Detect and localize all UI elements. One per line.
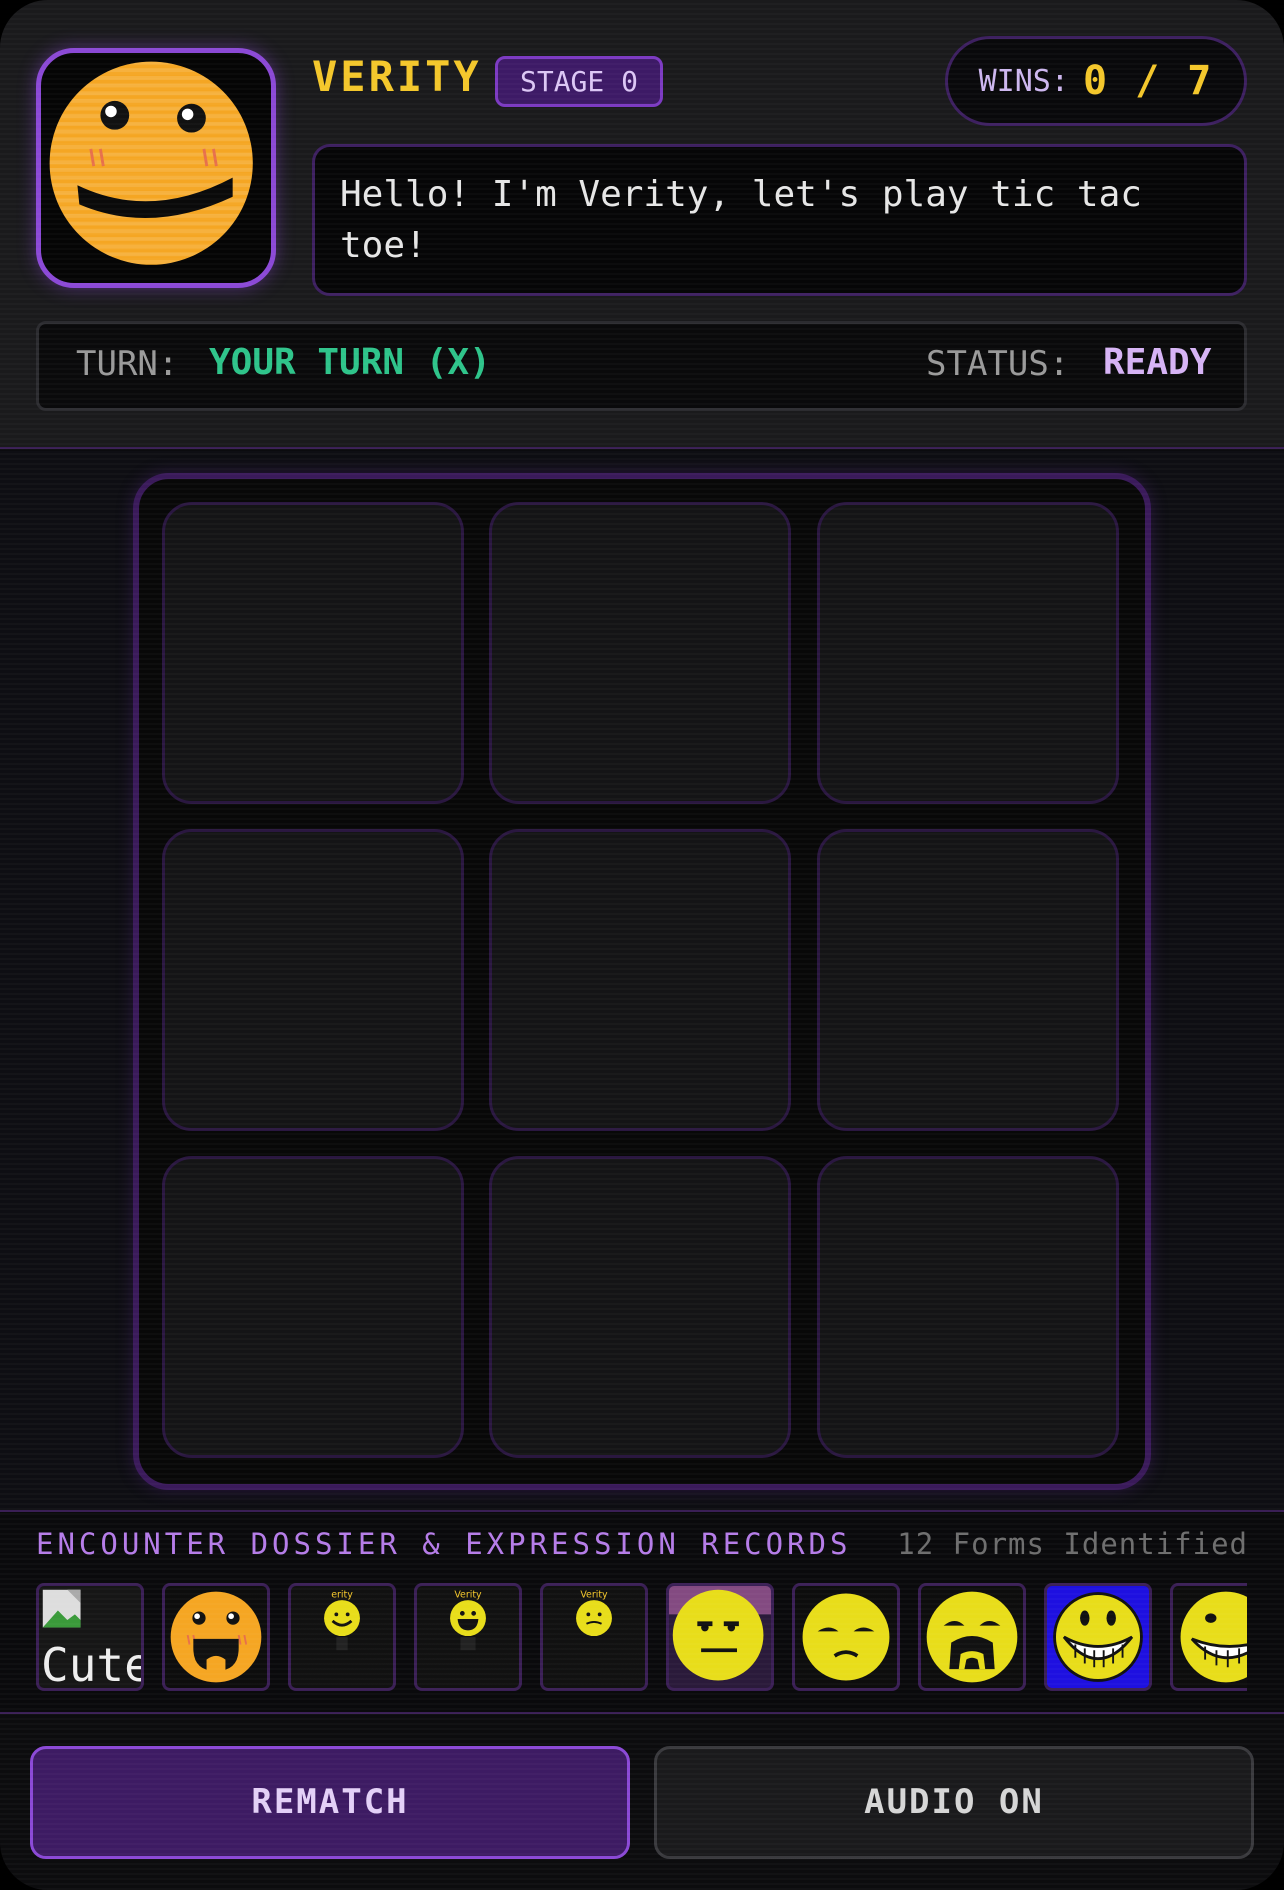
expression-thumb-8[interactable]	[918, 1583, 1026, 1691]
board-cell-1[interactable]	[162, 502, 464, 804]
board-cell-6[interactable]	[817, 829, 1119, 1131]
expression-thumb-7[interactable]	[792, 1583, 900, 1691]
board-cell-9[interactable]	[817, 1156, 1119, 1458]
board-cell-3[interactable]	[817, 502, 1119, 804]
screaming-face-icon	[926, 1591, 1018, 1683]
expression-thumb-4[interactable]: Verity	[414, 1583, 522, 1691]
small-smiley-icon: erity	[324, 1589, 360, 1651]
turn-status-bar: TURN: YOUR TURN (X) STATUS: READY	[36, 321, 1247, 411]
board-area	[0, 451, 1284, 1510]
dossier-title: ENCOUNTER DOSSIER & EXPRESSION RECORDS	[36, 1527, 852, 1561]
thumb-cute-label: Cute	[41, 1638, 144, 1691]
dossier-count: 12 Forms Identified	[897, 1527, 1248, 1561]
status-label: STATUS:	[926, 344, 1070, 384]
header: VERITY STAGE 0 WINS: 0 / 7 Hello! I'm Ve…	[0, 0, 1284, 449]
expression-thumb-5[interactable]: Verity	[540, 1583, 648, 1691]
turn-label: TURN:	[76, 344, 179, 384]
board-cell-5[interactable]	[489, 829, 791, 1131]
expression-thumb-1[interactable]: Cute	[36, 1583, 144, 1691]
board-cell-4[interactable]	[162, 829, 464, 1131]
board-cell-8[interactable]	[489, 1156, 791, 1458]
game-screen: VERITY STAGE 0 WINS: 0 / 7 Hello! I'm Ve…	[0, 0, 1284, 1890]
stage-badge: STAGE 0	[495, 56, 663, 107]
expression-thumb-10[interactable]	[1170, 1583, 1247, 1691]
expression-thumb-3[interactable]: erity	[288, 1583, 396, 1691]
expression-dossier: ENCOUNTER DOSSIER & EXPRESSION RECORDS 1…	[0, 1510, 1284, 1714]
thumb-3-label: erity	[331, 1589, 353, 1600]
thumb-5-label: Verity	[580, 1589, 608, 1600]
expression-thumbnails: Cute erity Verity Verity	[36, 1583, 1247, 1693]
audio-toggle-button[interactable]: AUDIO ON	[654, 1746, 1254, 1859]
opponent-name: VERITY	[312, 52, 482, 101]
wins-counter: WINS: 0 / 7	[945, 36, 1247, 126]
frowning-face-icon	[802, 1593, 890, 1681]
board-cell-7[interactable]	[162, 1156, 464, 1458]
wins-value: 0 / 7	[1082, 58, 1214, 104]
footer: REMATCH AUDIO ON	[0, 1716, 1284, 1890]
thumb-4-label: Verity	[454, 1589, 482, 1600]
turn-value: YOUR TURN (X)	[209, 342, 491, 383]
expression-thumb-9[interactable]	[1044, 1583, 1152, 1691]
status-value: READY	[1103, 342, 1212, 383]
expression-thumb-6[interactable]	[666, 1583, 774, 1691]
small-confused-face-icon: Verity	[576, 1589, 612, 1637]
neutral-face-icon	[669, 1586, 771, 1681]
creepy-grin-face-icon	[1180, 1591, 1247, 1683]
grinning-teeth-face-icon	[1053, 1592, 1143, 1682]
expression-thumb-2[interactable]	[162, 1583, 270, 1691]
tic-tac-toe-board	[133, 473, 1151, 1490]
verity-avatar	[36, 48, 276, 288]
happy-open-mouth-face-icon	[170, 1591, 262, 1683]
rematch-button[interactable]: REMATCH	[30, 1746, 630, 1859]
board-cell-2[interactable]	[489, 502, 791, 804]
small-smiley-icon: Verity	[450, 1589, 486, 1651]
wins-label: WINS:	[978, 63, 1069, 99]
speech-bubble: Hello! I'm Verity, let's play tic tac to…	[312, 144, 1247, 296]
smiley-face-icon	[49, 61, 253, 265]
